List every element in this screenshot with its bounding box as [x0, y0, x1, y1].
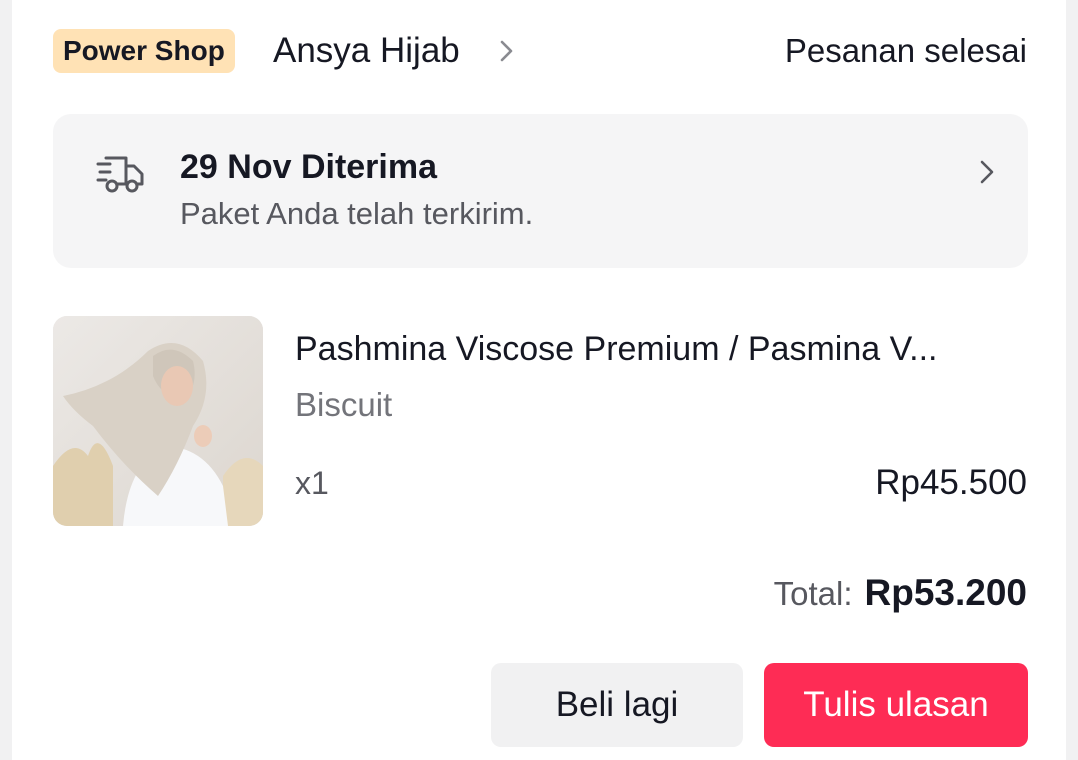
order-status-label: Pesanan selesai — [784, 32, 1027, 69]
delivery-title: 29 Nov Diterima — [180, 148, 437, 186]
product-name[interactable]: Pashmina Viscose Premium / Pasmina V... — [295, 326, 1030, 372]
delivery-subtitle: Paket Anda telah terkirim. — [180, 196, 534, 231]
write-review-button[interactable]: Tulis ulasan — [764, 663, 1028, 747]
product-variant: Biscuit — [295, 386, 393, 423]
order-total: Total: Rp53.200 — [774, 570, 1027, 616]
shop-name-link[interactable]: Ansya Hijab — [273, 28, 460, 74]
power-shop-badge: Power Shop — [53, 29, 235, 73]
chevron-right-icon[interactable] — [497, 38, 517, 64]
product-quantity: x1 — [295, 465, 329, 501]
total-label: Total: — [773, 575, 853, 612]
product-image[interactable] — [53, 316, 263, 526]
product-price: Rp45.500 — [875, 463, 1027, 502]
order-card: Power Shop Ansya Hijab Pesanan selesai 2… — [12, 0, 1066, 760]
buy-again-button[interactable]: Beli lagi — [491, 663, 743, 747]
delivery-status-row[interactable]: 29 Nov Diterima Paket Anda telah terkiri… — [53, 114, 1028, 268]
chevron-right-icon — [980, 160, 994, 184]
product-photo-illustration — [53, 316, 263, 526]
order-header: Power Shop Ansya Hijab Pesanan selesai — [53, 28, 1027, 74]
total-value: Rp53.200 — [864, 572, 1028, 613]
delivery-truck-icon — [96, 156, 144, 193]
